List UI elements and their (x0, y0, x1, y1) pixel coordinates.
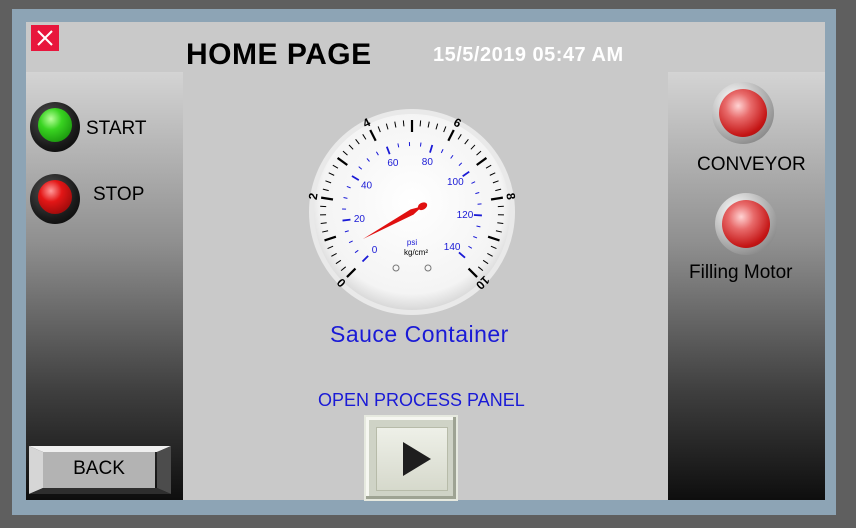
gauge-inner-label: 0 (372, 245, 378, 256)
gauge-unit-kg: kg/cm² (404, 248, 428, 257)
gauge-inner-label: 120 (457, 210, 474, 221)
filling-motor-label: Filling Motor (689, 262, 793, 283)
gauge-tick (419, 120, 422, 127)
gauge-inner-label: 140 (444, 242, 461, 253)
open-process-panel-label: OPEN PROCESS PANEL (318, 390, 525, 410)
pressure-gauge: 0 2 4 6 8 10 0 20 40 60 80 100 120 140 psi kg/cm² (306, 108, 518, 316)
play-button-face (376, 427, 448, 491)
filling-motor-lamp (722, 200, 770, 248)
gauge-psi-tick (419, 142, 422, 147)
play-icon (403, 442, 431, 476)
stop-button[interactable] (30, 174, 80, 224)
page-title: HOME PAGE (186, 38, 372, 71)
back-button[interactable]: BACK (29, 446, 171, 494)
gauge-inner-label: 100 (447, 177, 464, 188)
filling-motor-indicator (715, 193, 777, 255)
close-button[interactable] (31, 25, 59, 51)
gauge-tick (402, 120, 405, 127)
gauge-inner-label: 40 (361, 180, 373, 191)
stop-lamp (38, 180, 72, 214)
gauge-dial: 024 68100204060 80100120140 psi kg/cm² (306, 109, 518, 315)
gauge-label: Sauce Container (330, 321, 509, 347)
conveyor-indicator (712, 82, 774, 144)
open-process-panel-button[interactable] (364, 415, 458, 501)
gauge-psi-tick (342, 218, 351, 222)
stop-label: STOP (93, 184, 145, 205)
back-label: BACK (73, 458, 125, 479)
start-button[interactable] (30, 102, 80, 152)
gauge-inner-label: 60 (387, 158, 399, 169)
datetime-display: 15/5/2019 05:47 AM (433, 44, 624, 66)
close-icon (37, 30, 53, 46)
start-label: START (86, 118, 147, 139)
gauge-unit-psi: psi (407, 238, 417, 247)
gauge-inner-label: 80 (422, 157, 434, 168)
conveyor-label: CONVEYOR (697, 154, 806, 175)
gauge-inner-label: 20 (354, 214, 366, 225)
start-lamp (38, 108, 72, 142)
conveyor-lamp (719, 89, 767, 137)
